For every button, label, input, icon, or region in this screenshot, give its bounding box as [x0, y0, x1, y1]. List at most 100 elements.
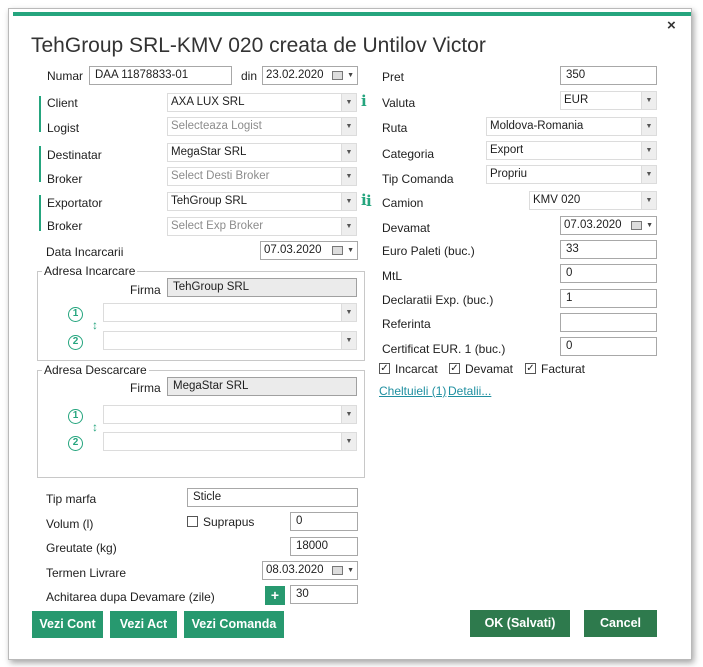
- chevron-down-icon[interactable]: ▼: [341, 94, 356, 111]
- client-select[interactable]: AXA LUX SRL ▼: [167, 93, 357, 112]
- numar-input[interactable]: DAA 11878833-01: [89, 66, 232, 85]
- chevron-down-icon[interactable]: ▼: [341, 218, 356, 235]
- termen-livrare-date-picker[interactable]: 08.03.2020 ▼: [262, 561, 358, 580]
- categoria-label: Categoria: [382, 147, 435, 161]
- referinta-input[interactable]: [560, 313, 657, 332]
- chevron-down-icon[interactable]: ▼: [641, 166, 656, 183]
- camion-info-icon[interactable]: i: [366, 192, 372, 210]
- add-button[interactable]: +: [265, 586, 285, 605]
- firma-incarcare-label: Firma: [130, 283, 161, 297]
- chevron-down-icon[interactable]: ▼: [341, 406, 356, 423]
- euro-paleti-input[interactable]: 33: [560, 240, 657, 259]
- certificat-input[interactable]: 0: [560, 337, 657, 356]
- exportator-label: Exportator: [47, 196, 103, 210]
- vezi-comanda-button[interactable]: Vezi Comanda: [184, 611, 284, 638]
- camion-select[interactable]: KMV 020 ▼: [529, 191, 657, 210]
- calendar-icon[interactable]: [631, 221, 642, 230]
- accent-bar: [13, 12, 691, 16]
- swap-icon[interactable]: ↕: [91, 421, 99, 433]
- broker-exportator-select[interactable]: Select Exp Broker ▼: [167, 217, 357, 236]
- destinatar-value: MegaStar SRL: [171, 146, 247, 158]
- broker-destinatar-select[interactable]: Select Desti Broker ▼: [167, 167, 357, 186]
- mtl-input[interactable]: 0: [560, 264, 657, 283]
- incarcat-checkbox[interactable]: ✓: [379, 363, 390, 374]
- chevron-down-icon[interactable]: ▼: [347, 242, 354, 259]
- camion-label: Camion: [382, 196, 424, 210]
- logist-select[interactable]: Selecteaza Logist ▼: [167, 117, 357, 136]
- broker-exportator-label: Broker: [47, 219, 83, 233]
- declaratii-input[interactable]: 1: [560, 289, 657, 308]
- adresa-descarcare-2-select[interactable]: ▼: [103, 432, 357, 451]
- chevron-down-icon[interactable]: ▼: [641, 192, 656, 209]
- chevron-down-icon[interactable]: ▼: [341, 433, 356, 450]
- calendar-icon[interactable]: [332, 566, 343, 575]
- achitarea-input[interactable]: 30: [290, 585, 358, 604]
- cancel-button[interactable]: Cancel: [584, 610, 657, 637]
- firma-descarcare-field: MegaStar SRL: [167, 377, 357, 396]
- termen-livrare-value: 08.03.2020: [266, 564, 324, 576]
- devamat-checkbox-label: Devamat: [465, 362, 514, 376]
- facturat-label: Facturat: [541, 362, 586, 376]
- address-1-icon: 1: [68, 307, 83, 322]
- tip-comanda-select[interactable]: Propriu ▼: [486, 165, 657, 184]
- volum-input[interactable]: 0: [290, 512, 358, 531]
- vezi-cont-button[interactable]: Vezi Cont: [32, 611, 103, 638]
- categoria-select[interactable]: Export ▼: [486, 141, 657, 160]
- pret-input[interactable]: 350: [560, 66, 657, 85]
- cheltuieli-link[interactable]: Cheltuieli (1): [379, 384, 446, 398]
- data-incarcarii-date-picker[interactable]: 07.03.2020 ▼: [260, 241, 358, 260]
- ruta-select[interactable]: Moldova-Romania ▼: [486, 117, 657, 136]
- chevron-down-icon[interactable]: ▼: [347, 67, 354, 84]
- categoria-value: Export: [490, 144, 524, 156]
- tip-marfa-label: Tip marfa: [46, 492, 97, 506]
- data-incarcarii-value: 07.03.2020: [264, 244, 322, 256]
- greutate-input[interactable]: 18000: [290, 537, 358, 556]
- client-label: Client: [47, 96, 78, 110]
- facturat-checkbox[interactable]: ✓: [525, 363, 536, 374]
- chevron-down-icon[interactable]: ▼: [341, 332, 356, 349]
- chevron-down-icon[interactable]: ▼: [341, 118, 356, 135]
- adresa-descarcare-1-select[interactable]: ▼: [103, 405, 357, 424]
- chevron-down-icon[interactable]: ▼: [641, 118, 656, 135]
- vezi-act-button[interactable]: Vezi Act: [110, 611, 177, 638]
- din-label: din: [241, 69, 258, 83]
- client-info-icon[interactable]: i: [361, 92, 367, 110]
- devamat-value: 07.03.2020: [564, 219, 622, 231]
- suprapus-checkbox[interactable]: [187, 516, 198, 527]
- adresa-incarcare-1-select[interactable]: ▼: [103, 303, 357, 322]
- dialog-title: TehGroup SRL-KMV 020 creata de Untilov V…: [31, 34, 486, 57]
- destinatar-group-marker: [39, 146, 41, 182]
- exportator-group-marker: [39, 195, 41, 231]
- chevron-down-icon[interactable]: ▼: [341, 193, 356, 210]
- calendar-icon[interactable]: [332, 246, 343, 255]
- euro-paleti-label: Euro Paleti (buc.): [382, 244, 475, 258]
- exportator-select[interactable]: TehGroup SRL ▼: [167, 192, 357, 211]
- address-1-icon: 1: [68, 409, 83, 424]
- valuta-select[interactable]: EUR ▼: [560, 91, 657, 110]
- close-icon[interactable]: ×: [667, 17, 676, 34]
- ruta-label: Ruta: [382, 121, 408, 135]
- din-date-picker[interactable]: 23.02.2020 ▼: [262, 66, 358, 85]
- calendar-icon[interactable]: [332, 71, 343, 80]
- tip-marfa-input[interactable]: Sticle: [187, 488, 358, 507]
- devamat-checkbox[interactable]: ✓: [449, 363, 460, 374]
- detalii-link[interactable]: Detalii...: [448, 384, 491, 398]
- adresa-descarcare-title: Adresa Descarcare: [42, 363, 149, 377]
- ok-salvati-button[interactable]: OK (Salvati): [470, 610, 570, 637]
- incarcat-label: Incarcat: [395, 362, 438, 376]
- chevron-down-icon[interactable]: ▼: [341, 304, 356, 321]
- chevron-down-icon[interactable]: ▼: [347, 562, 354, 579]
- chevron-down-icon[interactable]: ▼: [646, 217, 653, 234]
- logist-placeholder: Selecteaza Logist: [171, 120, 262, 132]
- chevron-down-icon[interactable]: ▼: [341, 168, 356, 185]
- chevron-down-icon[interactable]: ▼: [641, 92, 656, 109]
- swap-icon[interactable]: ↕: [91, 319, 99, 331]
- destinatar-select[interactable]: MegaStar SRL ▼: [167, 143, 357, 162]
- achitarea-label: Achitarea dupa Devamare (zile): [46, 590, 215, 604]
- valuta-value: EUR: [564, 94, 589, 106]
- chevron-down-icon[interactable]: ▼: [641, 142, 656, 159]
- mtl-label: MtL: [382, 269, 403, 283]
- chevron-down-icon[interactable]: ▼: [341, 144, 356, 161]
- adresa-incarcare-2-select[interactable]: ▼: [103, 331, 357, 350]
- devamat-date-picker[interactable]: 07.03.2020 ▼: [560, 216, 657, 235]
